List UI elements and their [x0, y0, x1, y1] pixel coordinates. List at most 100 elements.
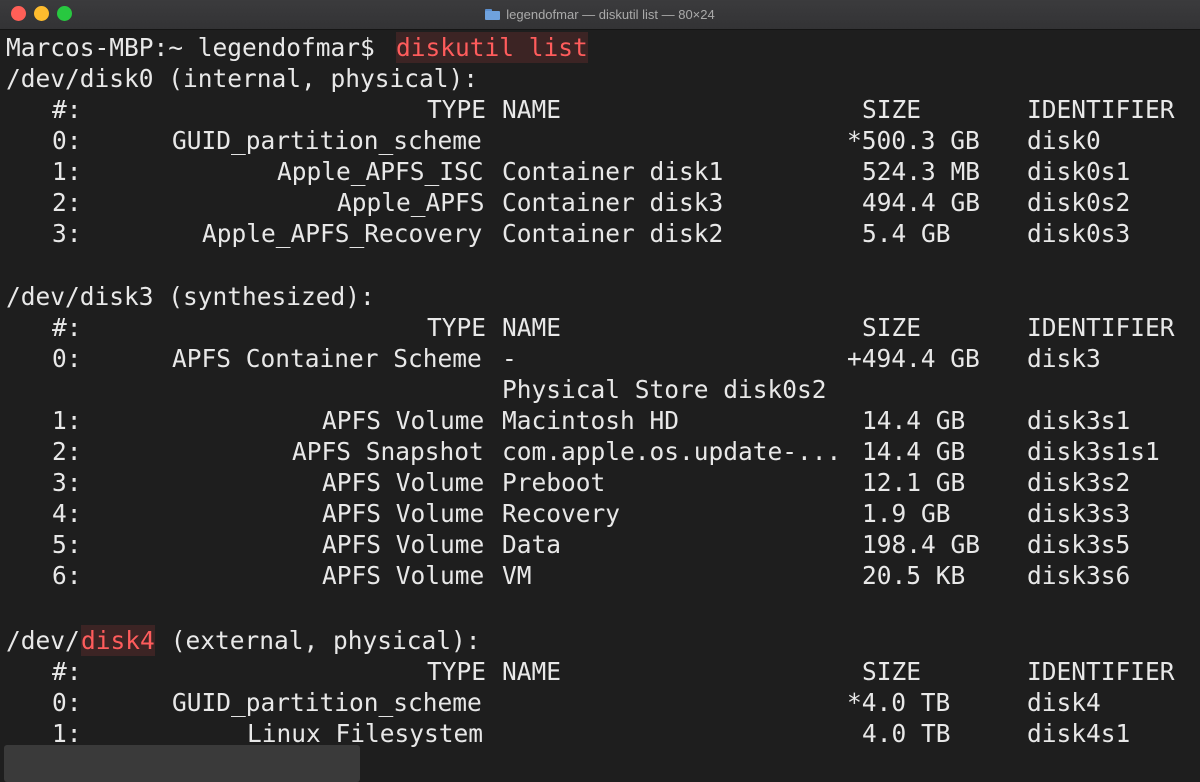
row-identifier: disk0s2	[1027, 188, 1131, 217]
header-identifier: IDENTIFIER	[1027, 95, 1175, 124]
header-type: TYPE	[427, 313, 487, 342]
row-num: 5:	[52, 530, 82, 559]
header-size: SIZE	[862, 313, 922, 342]
row-name: Preboot	[502, 468, 606, 497]
row-num: 6:	[52, 561, 82, 590]
header-type: TYPE	[427, 95, 487, 124]
disk-title: /dev/disk3 (synthesized):	[6, 282, 375, 311]
row-num: 2:	[52, 188, 82, 217]
terminal-content[interactable]: Marcos-MBP:~ legendofmar$ diskutil list …	[0, 30, 1200, 782]
row-size: +494.4 GB	[847, 344, 980, 373]
partition-row: 1: APFS Volume Macintosh HD 14.4 GB disk…	[0, 405, 1200, 436]
header-num: #:	[52, 313, 82, 342]
row-type: Apple_APFS_Recovery	[202, 219, 483, 248]
header-num: #:	[52, 657, 82, 686]
header-name: NAME	[502, 95, 562, 124]
header-num: #:	[52, 95, 82, 124]
header-identifier: IDENTIFIER	[1027, 313, 1175, 342]
row-num: 3:	[52, 468, 82, 497]
partition-row: 0: GUID_partition_scheme *4.0 TB disk4	[0, 687, 1200, 718]
row-type: APFS Volume	[322, 499, 485, 528]
header-size: SIZE	[862, 657, 922, 686]
disk-heading: /dev/disk3 (synthesized):	[0, 281, 1200, 312]
row-identifier: disk4s1	[1027, 719, 1131, 748]
disk-heading: /dev/ disk4 (external, physical):	[0, 625, 1200, 656]
row-name: Recovery	[502, 499, 621, 528]
partition-row: 2: Apple_APFS Container disk3 494.4 GB d…	[0, 187, 1200, 218]
partition-row: 5: APFS Volume Data 198.4 GB disk3s5	[0, 529, 1200, 560]
partition-row: 4: APFS Volume Recovery 1.9 GB disk3s3	[0, 498, 1200, 529]
row-identifier: disk0	[1027, 126, 1101, 155]
row-identifier: disk0s1	[1027, 157, 1131, 186]
disk-title: /dev/disk0 (internal, physical):	[6, 64, 479, 93]
redacted-region	[4, 745, 360, 782]
disk-title-highlight: disk4	[81, 625, 155, 656]
row-type: Apple_APFS	[337, 188, 485, 217]
disk-title-prefix: /dev/	[6, 626, 80, 655]
row-size: 1.9 GB	[862, 499, 951, 528]
row-num: 0:	[52, 688, 82, 717]
row-type: APFS Snapshot	[292, 437, 484, 466]
row-size: 14.4 GB	[862, 406, 966, 435]
partition-row: 2: APFS Snapshot com.apple.os.update-...…	[0, 436, 1200, 467]
header-type: TYPE	[427, 657, 487, 686]
row-size: 14.4 GB	[862, 437, 966, 466]
header-size: SIZE	[862, 95, 922, 124]
partition-row: 0: APFS Container Scheme - +494.4 GB dis…	[0, 343, 1200, 374]
row-name: Macintosh HD	[502, 406, 680, 435]
header-row: #: TYPE NAME SIZE IDENTIFIER	[0, 656, 1200, 687]
row-num: 4:	[52, 499, 82, 528]
row-num: 1:	[52, 157, 82, 186]
row-type: GUID_partition_scheme	[172, 126, 482, 155]
row-identifier: disk3	[1027, 344, 1101, 373]
row-num: 2:	[52, 437, 82, 466]
row-name: Container disk1	[502, 157, 724, 186]
row-name: -	[502, 344, 517, 373]
header-row: #: TYPE NAME SIZE IDENTIFIER	[0, 94, 1200, 125]
partition-row: 6: APFS Volume VM 20.5 KB disk3s6	[0, 560, 1200, 591]
row-size: 12.1 GB	[862, 468, 966, 497]
row-name: Data	[502, 530, 562, 559]
row-type: APFS Container Scheme	[172, 344, 482, 373]
row-size: 4.0 TB	[862, 719, 951, 748]
title-bar: legendofmar — diskutil list — 80×24	[0, 0, 1200, 30]
row-name: VM	[502, 561, 532, 590]
row-type: APFS Volume	[322, 406, 485, 435]
row-size: *4.0 TB	[847, 688, 951, 717]
partition-row: 1: Apple_APFS_ISC Container disk1 524.3 …	[0, 156, 1200, 187]
row-identifier: disk0s3	[1027, 219, 1131, 248]
command-text: diskutil list	[396, 32, 588, 63]
header-name: NAME	[502, 657, 562, 686]
window-title: legendofmar — diskutil list — 80×24	[506, 6, 715, 22]
row-name: Container disk2	[502, 219, 724, 248]
row-name: Container disk3	[502, 188, 724, 217]
folder-icon	[485, 8, 501, 20]
row-size: *500.3 GB	[847, 126, 980, 155]
row-identifier: disk3s6	[1027, 561, 1131, 590]
header-name: NAME	[502, 313, 562, 342]
disk-title-suffix: (external, physical):	[156, 626, 481, 655]
prompt-line: Marcos-MBP:~ legendofmar$ diskutil list	[0, 32, 1200, 63]
row-type: APFS Volume	[322, 530, 485, 559]
header-row: #: TYPE NAME SIZE IDENTIFIER	[0, 312, 1200, 343]
row-identifier: disk3s2	[1027, 468, 1131, 497]
row-num: 0:	[52, 126, 82, 155]
partition-row: 3: APFS Volume Preboot 12.1 GB disk3s2	[0, 467, 1200, 498]
row-size: 198.4 GB	[862, 530, 981, 559]
row-num: 0:	[52, 344, 82, 373]
row-size: 494.4 GB	[862, 188, 981, 217]
header-identifier: IDENTIFIER	[1027, 657, 1175, 686]
partition-row-continuation: Physical Store disk0s2	[0, 374, 1200, 405]
row-identifier: disk3s3	[1027, 499, 1131, 528]
row-type: APFS Volume	[322, 468, 485, 497]
row-num: 3:	[52, 219, 82, 248]
row-name-continuation: Physical Store disk0s2	[502, 375, 827, 404]
row-identifier: disk3s5	[1027, 530, 1131, 559]
partition-row: 0: GUID_partition_scheme *500.3 GB disk0	[0, 125, 1200, 156]
prompt-text: Marcos-MBP:~ legendofmar$	[6, 33, 390, 62]
row-identifier: disk3s1	[1027, 406, 1131, 435]
row-type: GUID_partition_scheme	[172, 688, 482, 717]
row-size: 20.5 KB	[862, 561, 966, 590]
row-num: 1:	[52, 406, 82, 435]
row-size: 5.4 GB	[862, 219, 951, 248]
